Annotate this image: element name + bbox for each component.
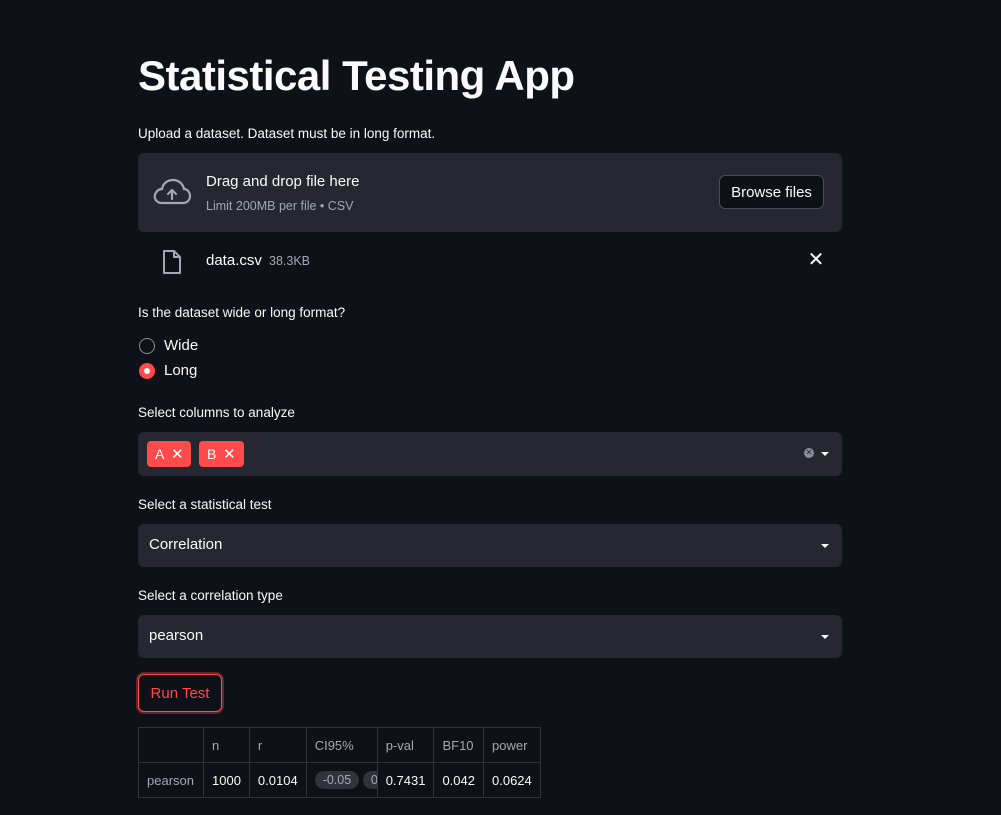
uploaded-file-row: data.csv 38.3KB ✕ [138, 244, 842, 278]
cell-bf10: 0.042 [433, 762, 484, 798]
column-header[interactable] [138, 727, 204, 763]
column-header[interactable]: power [483, 727, 541, 763]
uploaded-file-size: 38.3KB [269, 254, 311, 268]
cloud-upload-icon [153, 178, 191, 205]
caret-down-icon[interactable] [821, 452, 829, 456]
radio-long[interactable]: Long [138, 361, 258, 383]
radio-circle-wide[interactable] [139, 338, 155, 354]
table-row: pearson 1000 0.0104 -0.05 0.07 0.7431 0.… [138, 762, 541, 798]
page-title: Statistical Testing App [138, 52, 575, 99]
radio-label-wide: Wide [164, 337, 199, 354]
radio-wide[interactable]: Wide [138, 336, 258, 358]
selected-tag-a: A ✕ [147, 441, 191, 467]
test-select-label: Select a statistical test [138, 497, 272, 512]
browse-files-button[interactable]: Browse files [719, 175, 824, 209]
tag-remove-icon[interactable]: ✕ [171, 445, 184, 463]
dropzone-limit: Limit 200MB per file • CSV [206, 199, 354, 213]
tag-label-a: A [155, 446, 165, 462]
columns-multiselect[interactable]: A ✕ B ✕ ✕ [138, 432, 842, 476]
column-header[interactable]: CI95% [305, 727, 378, 763]
column-header[interactable]: r [248, 727, 307, 763]
table-header-row: n r CI95% p-val BF10 power [138, 727, 541, 763]
ci-upper-pill: 0.07 [362, 771, 377, 789]
close-icon[interactable]: ✕ [806, 250, 826, 270]
results-table: n r CI95% p-val BF10 power pearson 1000 … [138, 727, 541, 798]
cell-r: 0.0104 [248, 762, 307, 798]
column-header[interactable]: BF10 [433, 727, 484, 763]
upload-label: Upload a dataset. Dataset must be in lon… [138, 126, 436, 141]
row-index: pearson [138, 762, 204, 798]
format-question-label: Is the dataset wide or long format? [138, 305, 346, 320]
radio-label-long: Long [164, 362, 198, 379]
tag-remove-icon[interactable]: ✕ [223, 445, 236, 463]
file-dropzone[interactable]: Drag and drop file here Limit 200MB per … [138, 153, 842, 232]
tag-label-b: B [207, 446, 217, 462]
uploaded-file-name: data.csv [206, 252, 262, 269]
ci-lower-pill: -0.05 [314, 771, 360, 789]
radio-circle-long[interactable] [139, 363, 155, 379]
caret-down-icon[interactable] [821, 544, 829, 548]
cell-p-val: 0.7431 [376, 762, 435, 798]
cell-ci95: -0.05 0.07 [305, 762, 378, 798]
run-test-button[interactable]: Run Test [138, 674, 222, 712]
column-header[interactable]: n [203, 727, 250, 763]
test-select-value: Correlation [149, 536, 223, 553]
file-icon [163, 250, 181, 274]
columns-label: Select columns to analyze [138, 405, 295, 420]
column-header[interactable]: p-val [376, 727, 435, 763]
clear-all-icon[interactable]: ✕ [804, 448, 814, 458]
cell-power: 0.0624 [483, 762, 541, 798]
caret-down-icon[interactable] [821, 635, 829, 639]
dropzone-instruction: Drag and drop file here [206, 173, 360, 190]
corr-select-label: Select a correlation type [138, 588, 283, 603]
correlation-type-select[interactable]: pearson [138, 615, 842, 658]
cell-n: 1000 [203, 762, 250, 798]
test-select[interactable]: Correlation [138, 524, 842, 567]
selected-tag-b: B ✕ [199, 441, 244, 467]
corr-select-value: pearson [149, 627, 204, 644]
